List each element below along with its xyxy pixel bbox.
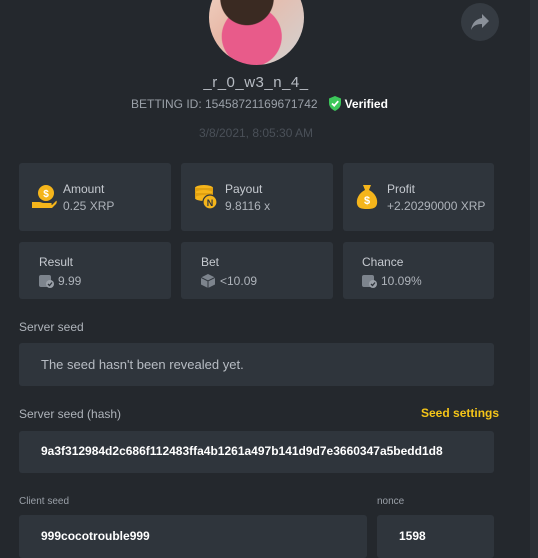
profit-label: Profit bbox=[387, 182, 416, 196]
nonce-label: nonce bbox=[377, 496, 405, 507]
betting-id-row: BETTING ID: 15458721169671742 Verified bbox=[131, 96, 388, 111]
amount-value: 0.25 XRP bbox=[63, 199, 115, 213]
server-seed-label: Server seed bbox=[19, 320, 84, 334]
dice-check-icon bbox=[39, 275, 54, 288]
bet-timestamp: 3/8/2021, 8:05:30 AM bbox=[198, 126, 314, 140]
dice-check-icon bbox=[362, 275, 377, 288]
betting-id: BETTING ID: 15458721169671742 bbox=[131, 96, 318, 111]
server-seed-field: The seed hasn't been revealed yet. bbox=[19, 343, 494, 386]
client-seed-value: 999cocotrouble999 bbox=[41, 529, 150, 543]
share-icon bbox=[471, 14, 489, 30]
nonce-field[interactable]: 1598 bbox=[377, 515, 494, 558]
chance-card: Chance 10.09% bbox=[343, 242, 494, 299]
result-label: Result bbox=[39, 255, 74, 269]
server-seed-hash-field[interactable]: 9a3f312984d2c686f112483ffa4b1261a497b141… bbox=[19, 431, 494, 473]
profit-value: +2.20290000 XRP bbox=[387, 199, 486, 213]
money-bag-icon: $ bbox=[356, 185, 378, 209]
svg-text:$: $ bbox=[364, 195, 370, 207]
bet-card: Bet <10.09 bbox=[181, 242, 333, 299]
coins-stack-icon: N bbox=[195, 185, 218, 210]
chance-value: 10.09% bbox=[381, 274, 422, 288]
avatar bbox=[209, 0, 304, 65]
client-seed-field[interactable]: 999cocotrouble999 bbox=[19, 515, 367, 558]
server-seed-hash-value: 9a3f312984d2c686f112483ffa4b1261a497b141… bbox=[41, 445, 443, 457]
payout-label: Payout bbox=[225, 182, 263, 196]
seed-settings-link[interactable]: Seed settings bbox=[421, 406, 499, 420]
svg-text:$: $ bbox=[43, 189, 49, 200]
client-seed-label: Client seed bbox=[19, 496, 70, 507]
cube-icon bbox=[201, 274, 215, 288]
bet-label: Bet bbox=[201, 255, 220, 269]
server-seed-value: The seed hasn't been revealed yet. bbox=[41, 357, 244, 372]
verified-badge: Verified bbox=[328, 96, 388, 111]
verified-label: Verified bbox=[344, 96, 388, 111]
payout-value: 9.8116 x bbox=[225, 199, 271, 213]
svg-text:N: N bbox=[207, 198, 214, 208]
server-seed-hash-label: Server seed (hash) bbox=[19, 407, 122, 421]
chance-label: Chance bbox=[362, 255, 404, 269]
result-card: Result 9.99 bbox=[19, 242, 171, 299]
profit-card: $ Profit +2.20290000 XRP bbox=[343, 163, 494, 231]
bet-value: <10.09 bbox=[220, 274, 258, 288]
amount-label: Amount bbox=[63, 182, 105, 196]
coin-hand-icon: $ bbox=[32, 185, 57, 208]
payout-card: N Payout 9.8116 x bbox=[181, 163, 333, 231]
amount-card: $ Amount 0.25 XRP bbox=[19, 163, 171, 231]
share-button[interactable] bbox=[461, 3, 499, 41]
username: _r_0_w3_n_4_ bbox=[203, 74, 309, 91]
nonce-value: 1598 bbox=[399, 529, 426, 543]
result-value: 9.99 bbox=[58, 274, 82, 288]
shield-check-icon bbox=[328, 96, 341, 111]
scrollbar-track[interactable] bbox=[530, 0, 538, 558]
